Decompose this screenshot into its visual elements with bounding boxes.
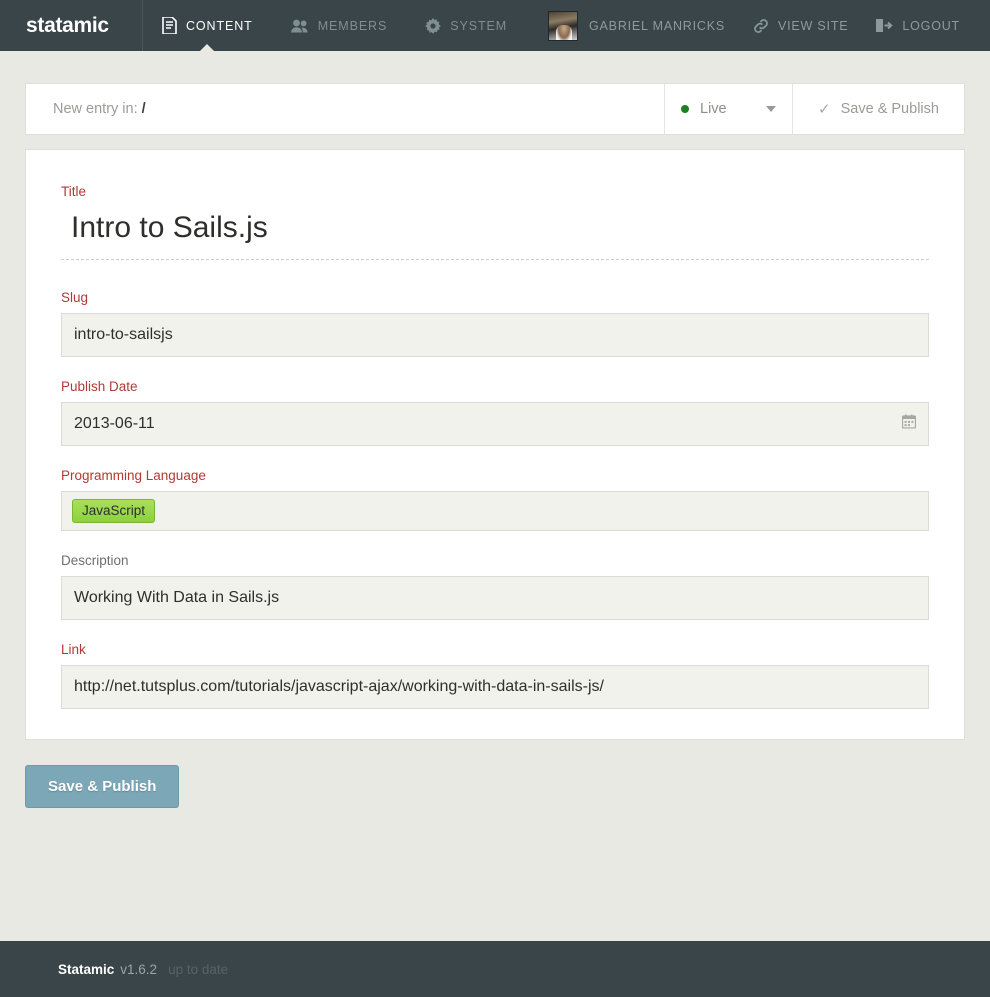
field-link-label: Link [61,642,929,657]
nav-item-label: MEMBERS [318,19,388,33]
users-icon [291,19,309,33]
nav-item-system[interactable]: SYSTEM [406,0,526,51]
user-name: GABRIEL MANRICKS [589,19,725,33]
nav-item-label: SYSTEM [450,19,507,33]
slug-input[interactable]: intro-to-sailsjs [61,313,929,357]
breadcrumb: New entry in: / [26,84,664,134]
footer-update-status: up to date [168,962,228,977]
nav-item-members[interactable]: MEMBERS [272,0,407,51]
field-description: Description Working With Data in Sails.j… [61,553,929,620]
field-programming-language: Programming Language JavaScript [61,468,929,531]
field-slug: Slug intro-to-sailsjs [61,290,929,357]
document-icon [162,17,177,34]
logout-icon [876,18,893,33]
logout-link[interactable]: LOGOUT [862,0,974,51]
view-site-label: VIEW SITE [778,19,848,33]
primary-nav: CONTENT MEMBERS SYSTEM [143,0,526,51]
tag-item[interactable]: JavaScript [72,499,155,523]
user-menu[interactable]: GABRIEL MANRICKS [534,0,739,51]
status-dot-icon [681,105,689,113]
brand-name: statamic [26,14,109,38]
link-icon [753,18,769,34]
entry-toolbar: New entry in: / Live ✓ Save & Publish [25,83,965,135]
status-label: Live [700,101,766,117]
link-input[interactable]: http://net.tutsplus.com/tutorials/javasc… [61,665,929,709]
logout-label: LOGOUT [902,19,960,33]
field-title-label: Title [61,184,929,199]
field-publish-date-label: Publish Date [61,379,929,394]
field-description-label: Description [61,553,929,568]
gear-icon [425,18,441,34]
chevron-down-icon [766,106,776,112]
nav-item-content[interactable]: CONTENT [143,0,272,51]
breadcrumb-prefix: New entry in: [53,101,138,117]
footer: Statamic v1.6.2 up to date [0,941,990,997]
save-publish-button[interactable]: Save & Publish [25,765,179,808]
field-slug-label: Slug [61,290,929,305]
footer-app-name: Statamic [58,962,114,977]
programming-language-tag-input[interactable]: JavaScript [61,491,929,531]
breadcrumb-path: / [142,101,146,117]
description-input[interactable]: Working With Data in Sails.js [61,576,929,620]
view-site-link[interactable]: VIEW SITE [739,0,862,51]
nav-item-label: CONTENT [186,19,253,33]
field-publish-date: Publish Date 2013-06-11 [61,379,929,446]
publish-date-wrapper: 2013-06-11 [61,402,929,446]
title-input[interactable]: Intro to Sails.js [61,207,929,260]
avatar [548,11,578,41]
field-programming-language-label: Programming Language [61,468,929,483]
top-navigation-bar: statamic CONTENT MEMBERS SYSTEM GABRIEL … [0,0,990,51]
toolbar-save-publish-button[interactable]: ✓ Save & Publish [792,84,964,134]
status-dropdown[interactable]: Live [664,84,792,134]
publish-date-input[interactable]: 2013-06-11 [61,402,929,446]
field-title: Title Intro to Sails.js [61,184,929,260]
entry-form-card: Title Intro to Sails.js Slug intro-to-sa… [25,149,965,740]
footer-version: v1.6.2 [120,962,157,977]
brand-logo[interactable]: statamic [0,0,143,51]
field-link: Link http://net.tutsplus.com/tutorials/j… [61,642,929,709]
secondary-nav: GABRIEL MANRICKS VIEW SITE LOGOUT [534,0,990,51]
page-body: New entry in: / Live ✓ Save & Publish Ti… [0,83,990,808]
active-tab-indicator [199,44,215,52]
check-icon: ✓ [818,100,831,118]
toolbar-save-label: Save & Publish [841,101,939,117]
